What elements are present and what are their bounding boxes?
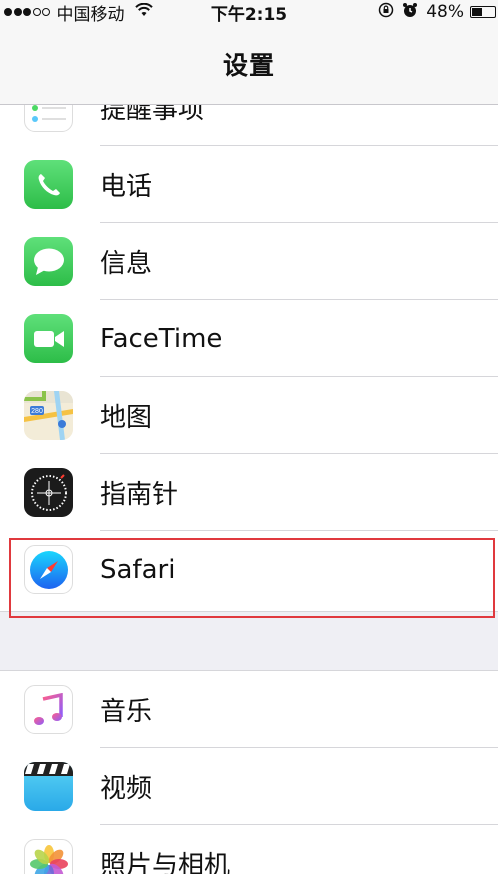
videos-icon <box>24 762 73 811</box>
list-item-label: 音乐 <box>100 697 153 727</box>
list-item-phone[interactable]: 电话 <box>0 146 498 223</box>
music-icon <box>24 685 73 734</box>
facetime-icon <box>24 314 73 363</box>
photos-icon <box>24 839 73 874</box>
list-item-label: 电话 <box>100 172 153 202</box>
status-bar: 中国移动 下午2:15 48% <box>0 0 498 25</box>
messages-icon <box>24 237 73 286</box>
list-item-label: 信息 <box>100 249 153 279</box>
status-right: 48% <box>378 0 496 24</box>
phone-icon <box>24 160 73 209</box>
alarm-icon <box>402 2 418 22</box>
list-item-label: 指南针 <box>100 480 179 510</box>
list-item-label: 照片与相机 <box>100 851 231 874</box>
battery-icon <box>470 6 496 18</box>
list-item-music[interactable]: 音乐 <box>0 671 498 748</box>
list-item-label: 地图 <box>100 403 153 433</box>
list-item-messages[interactable]: 信息 <box>0 223 498 300</box>
settings-group-media: 音乐 视频 照片与相机 <box>0 671 498 874</box>
group-spacer <box>0 611 498 671</box>
list-item-videos[interactable]: 视频 <box>0 748 498 825</box>
compass-icon <box>24 468 73 517</box>
svg-text:280: 280 <box>31 408 43 415</box>
navigation-bar: 设置 <box>0 24 498 105</box>
maps-icon: 280 <box>24 391 73 440</box>
page-title: 设置 <box>222 51 275 80</box>
list-item-compass[interactable]: 指南针 <box>0 454 498 531</box>
list-item-label: FaceTime <box>100 323 223 354</box>
list-item-maps[interactable]: 280 地图 <box>0 377 498 454</box>
orientation-lock-icon <box>378 2 394 22</box>
settings-group-apps: 提醒事项 电话 信息 FaceTime 280 地图 指南针 Safari <box>0 69 498 611</box>
list-item-photos-camera[interactable]: 照片与相机 <box>0 825 498 874</box>
safari-highlight-box <box>9 538 495 618</box>
list-item-label: 视频 <box>100 774 153 804</box>
settings-screen: 中国移动 下午2:15 48% 设置 提醒事项 电话 信息 FaceTime 2… <box>0 0 498 874</box>
battery-percent: 48% <box>426 2 464 22</box>
list-item-facetime[interactable]: FaceTime <box>0 300 498 377</box>
